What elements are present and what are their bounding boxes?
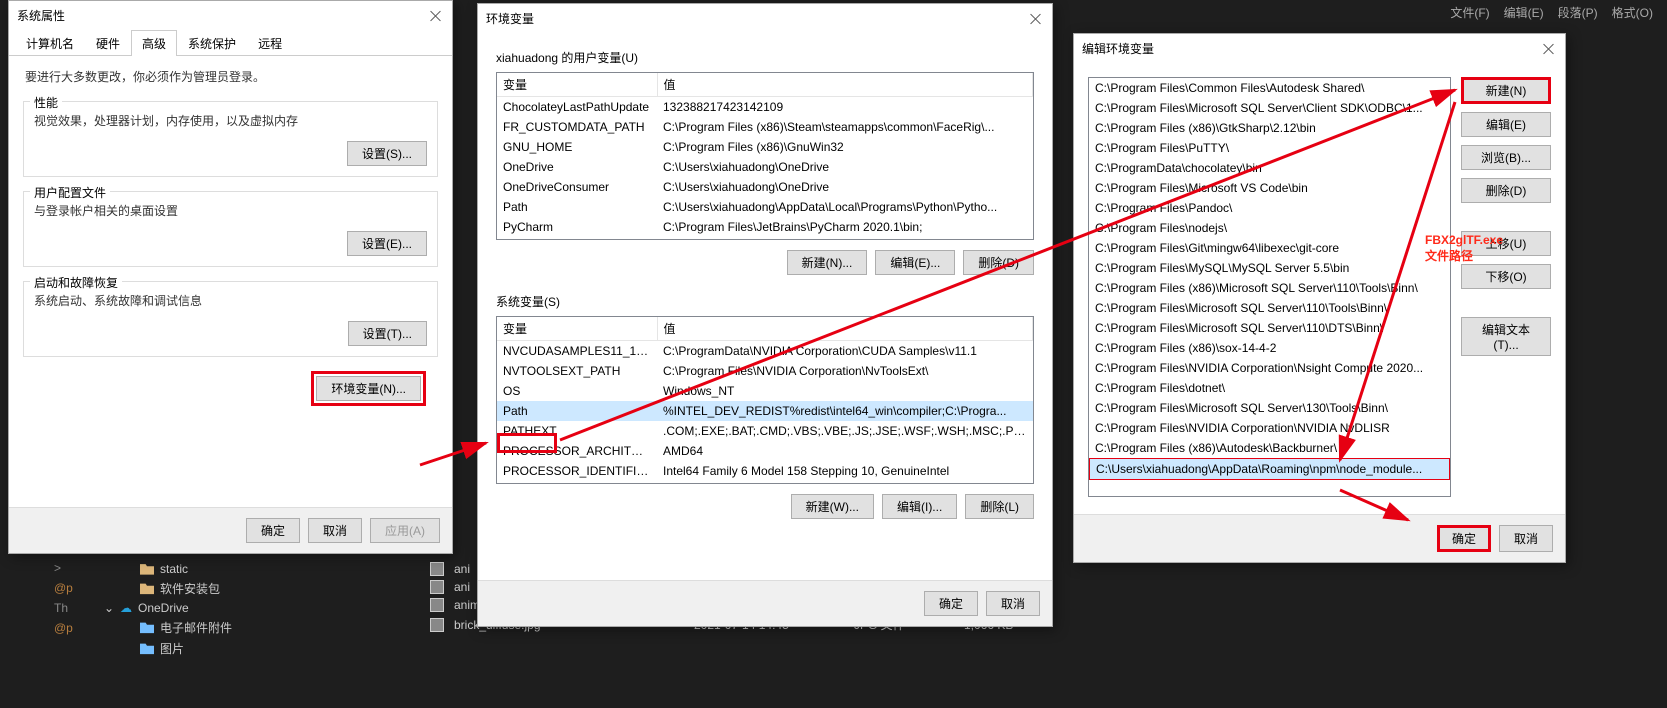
close-icon[interactable]: [1028, 11, 1044, 27]
list-row[interactable]: PROCESSOR_ARCHITECT...AMD64: [497, 441, 1033, 461]
path-item[interactable]: C:\Program Files\Microsoft SQL Server\11…: [1089, 318, 1450, 338]
move-up-button[interactable]: 上移(U): [1461, 231, 1551, 256]
edit-button[interactable]: 编辑(E): [1461, 112, 1551, 137]
list-row[interactable]: OneDriveConsumerC:\Users\xiahuadong\OneD…: [497, 177, 1033, 197]
bg-editor-menu: 文件(F) 编辑(E) 段落(P) 格式(O): [1436, 0, 1667, 25]
tree-item[interactable]: ⌄☁OneDrive: [54, 599, 404, 617]
path-entries-list[interactable]: C:\Program Files\Common Files\Autodesk S…: [1088, 77, 1451, 497]
path-item[interactable]: C:\Program Files\Pandoc\: [1089, 198, 1450, 218]
environment-variables-dialog: 环境变量 xiahuadong 的用户变量(U) 变量值 ChocolateyL…: [477, 3, 1053, 627]
profile-settings-button[interactable]: 设置(E)...: [347, 231, 427, 256]
path-item[interactable]: C:\Program Files\MySQL\MySQL Server 5.5\…: [1089, 258, 1450, 278]
browse-button[interactable]: 浏览(B)...: [1461, 145, 1551, 170]
apply-button[interactable]: 应用(A): [370, 518, 440, 543]
close-icon[interactable]: [1541, 41, 1557, 57]
path-item[interactable]: C:\Program Files\PuTTY\: [1089, 138, 1450, 158]
dialog-title: 编辑环境变量: [1082, 40, 1154, 57]
file-tree: static 软件安装包 ⌄☁OneDrive 电子邮件附件 图片: [54, 560, 404, 659]
path-item[interactable]: C:\Program Files\NVIDIA Corporation\Nsig…: [1089, 358, 1450, 378]
user-vars-label: xiahuadong 的用户变量(U): [496, 49, 1034, 66]
edit-path-dialog: 编辑环境变量 C:\Program Files\Common Files\Aut…: [1073, 33, 1566, 563]
path-item[interactable]: C:\Program Files (x86)\sox-14-4-2: [1089, 338, 1450, 358]
path-item[interactable]: C:\Program Files (x86)\Microsoft SQL Ser…: [1089, 278, 1450, 298]
tree-item[interactable]: 图片: [54, 638, 404, 659]
list-row[interactable]: PathC:\Users\xiahuadong\AppData\Local\Pr…: [497, 197, 1033, 217]
env-vars-button[interactable]: 环境变量(N)...: [316, 376, 421, 401]
path-item[interactable]: C:\Program Files\nodejs\: [1089, 218, 1450, 238]
path-item[interactable]: C:\Program Files\Microsoft SQL Server\13…: [1089, 398, 1450, 418]
delete-button[interactable]: 删除(D): [1461, 178, 1551, 203]
list-row[interactable]: GNU_HOMEC:\Program Files (x86)\GnuWin32: [497, 137, 1033, 157]
tree-item[interactable]: 电子邮件附件: [54, 617, 404, 638]
tab-computer-name[interactable]: 计算机名: [15, 30, 85, 56]
tree-item[interactable]: 软件安装包: [54, 578, 404, 599]
path-item[interactable]: C:\Program Files\NVIDIA Corporation\NVID…: [1089, 418, 1450, 438]
group-user-profiles: 用户配置文件 与登录帐户相关的桌面设置 设置(E)...: [23, 191, 438, 267]
tab-remote[interactable]: 远程: [247, 30, 293, 56]
path-item[interactable]: C:\Program Files\Git\mingw64\libexec\git…: [1089, 238, 1450, 258]
group-startup-recovery: 启动和故障恢复 系统启动、系统故障和调试信息 设置(T)...: [23, 281, 438, 357]
path-item[interactable]: C:\ProgramData\chocolatey\bin: [1089, 158, 1450, 178]
user-new-button[interactable]: 新建(N)...: [787, 250, 868, 275]
sys-delete-button[interactable]: 删除(L): [965, 494, 1034, 519]
list-row[interactable]: PyCharmC:\Program Files\JetBrains\PyChar…: [497, 217, 1033, 237]
cancel-button[interactable]: 取消: [986, 591, 1040, 616]
dialog-title: 环境变量: [486, 10, 534, 27]
list-row[interactable]: Path%INTEL_DEV_REDIST%redist\intel64_win…: [497, 401, 1033, 421]
ok-button[interactable]: 确定: [246, 518, 300, 543]
user-vars-list[interactable]: 变量值 ChocolateyLastPathUpdate132388217423…: [496, 72, 1034, 240]
dialog-title: 系统属性: [17, 7, 65, 24]
sys-edit-button[interactable]: 编辑(I)...: [882, 494, 957, 519]
list-row[interactable]: PROCESSOR_IDENTIFIERIntel64 Family 6 Mod…: [497, 461, 1033, 481]
close-icon[interactable]: [428, 8, 444, 24]
sys-new-button[interactable]: 新建(W)...: [791, 494, 874, 519]
tab-advanced[interactable]: 高级: [131, 30, 177, 56]
admin-note: 要进行大多数更改，你必须作为管理员登录。: [25, 68, 438, 85]
path-item[interactable]: C:\Program Files (x86)\Autodesk\Backburn…: [1089, 438, 1450, 458]
user-edit-button[interactable]: 编辑(E)...: [875, 250, 955, 275]
user-delete-button[interactable]: 删除(D): [963, 250, 1034, 275]
move-down-button[interactable]: 下移(O): [1461, 264, 1551, 289]
path-item[interactable]: C:\Program Files\Microsoft SQL Server\Cl…: [1089, 98, 1450, 118]
list-row[interactable]: NVCUDASAMPLES11_1_R...C:\ProgramData\NVI…: [497, 341, 1033, 362]
cancel-button[interactable]: 取消: [1499, 525, 1553, 552]
perf-settings-button[interactable]: 设置(S)...: [347, 141, 427, 166]
sysprops-tabs: 计算机名 硬件 高级 系统保护 远程: [9, 30, 452, 56]
path-item[interactable]: C:\Program Files\Microsoft SQL Server\11…: [1089, 298, 1450, 318]
tab-system-protection[interactable]: 系统保护: [177, 30, 247, 56]
sys-vars-label: 系统变量(S): [496, 293, 1034, 310]
new-button[interactable]: 新建(N): [1461, 77, 1551, 104]
list-row[interactable]: OneDriveC:\Users\xiahuadong\OneDrive: [497, 157, 1033, 177]
tab-hardware[interactable]: 硬件: [85, 30, 131, 56]
path-item[interactable]: C:\Program Files (x86)\GtkSharp\2.12\bin: [1089, 118, 1450, 138]
list-row[interactable]: ChocolateyLastPathUpdate1323882174231421…: [497, 97, 1033, 118]
sys-vars-list[interactable]: 变量值 NVCUDASAMPLES11_1_R...C:\ProgramData…: [496, 316, 1034, 484]
path-item[interactable]: C:\Program Files\dotnet\: [1089, 378, 1450, 398]
startup-settings-button[interactable]: 设置(T)...: [348, 321, 427, 346]
ok-button[interactable]: 确定: [1437, 525, 1491, 552]
group-performance: 性能 视觉效果，处理器计划，内存使用，以及虚拟内存 设置(S)...: [23, 101, 438, 177]
list-row[interactable]: PATHEXT.COM;.EXE;.BAT;.CMD;.VBS;.VBE;.JS…: [497, 421, 1033, 441]
cancel-button[interactable]: 取消: [308, 518, 362, 543]
list-row[interactable]: OSWindows_NT: [497, 381, 1033, 401]
edit-text-button[interactable]: 编辑文本(T)...: [1461, 317, 1551, 356]
system-properties-dialog: 系统属性 计算机名 硬件 高级 系统保护 远程 要进行大多数更改，你必须作为管理…: [8, 0, 453, 554]
list-row[interactable]: NVTOOLSEXT_PATHC:\Program Files\NVIDIA C…: [497, 361, 1033, 381]
path-item[interactable]: C:\Program Files\Common Files\Autodesk S…: [1089, 78, 1450, 98]
path-item[interactable]: C:\Users\xiahuadong\AppData\Roaming\npm\…: [1089, 458, 1450, 480]
tree-item[interactable]: static: [54, 560, 404, 578]
list-row[interactable]: FR_CUSTOMDATA_PATHC:\Program Files (x86)…: [497, 117, 1033, 137]
ok-button[interactable]: 确定: [924, 591, 978, 616]
path-item[interactable]: C:\Program Files\Microsoft VS Code\bin: [1089, 178, 1450, 198]
